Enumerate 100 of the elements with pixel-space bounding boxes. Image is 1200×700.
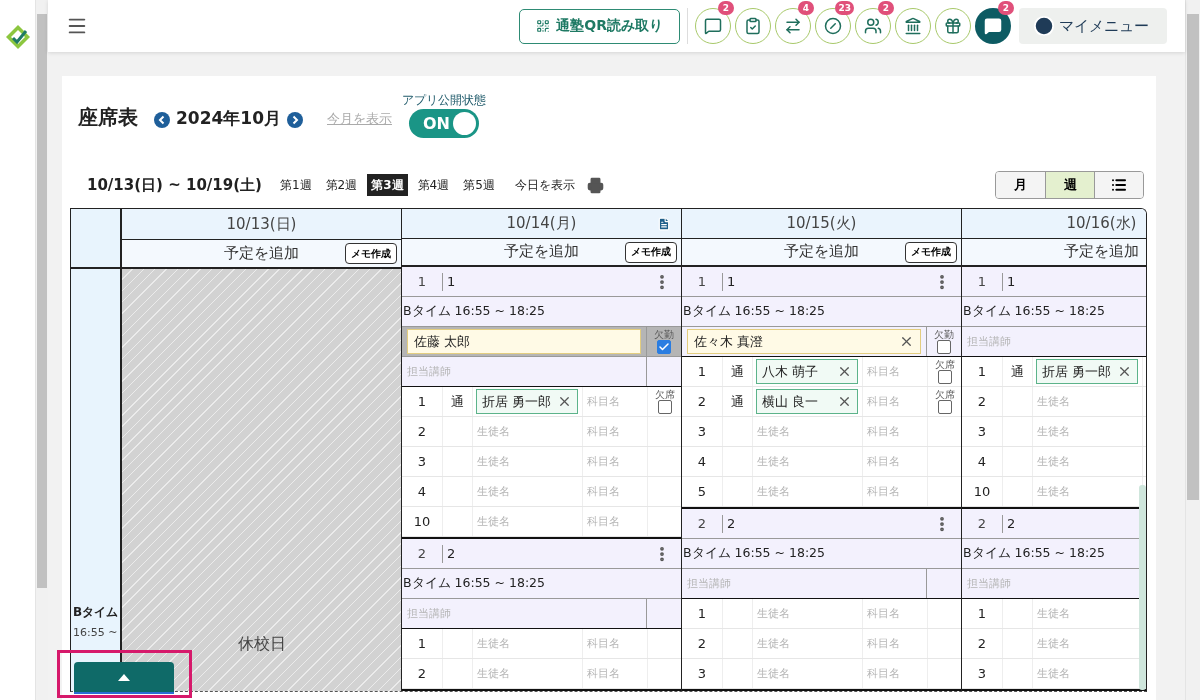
count-badge: 2 bbox=[718, 1, 734, 15]
absence-label: 欠勤 bbox=[654, 329, 674, 340]
subject-placeholder[interactable]: 科目名 bbox=[867, 364, 900, 379]
my-menu-button[interactable]: マイメニュー bbox=[1019, 8, 1167, 44]
subject-placeholder[interactable]: 科目名 bbox=[867, 484, 900, 499]
teacher-placeholder[interactable]: 担当講師 bbox=[407, 364, 451, 379]
student-placeholder[interactable]: 生徒名 bbox=[1037, 636, 1070, 651]
next-icon[interactable] bbox=[287, 112, 303, 128]
student-placeholder[interactable]: 生徒名 bbox=[477, 666, 510, 681]
view-button[interactable]: 週 bbox=[1045, 172, 1094, 198]
teacher-placeholder[interactable]: 担当講師 bbox=[967, 334, 1011, 349]
student-placeholder[interactable]: 生徒名 bbox=[757, 666, 790, 681]
student-placeholder[interactable]: 生徒名 bbox=[477, 454, 510, 469]
scrollbar[interactable] bbox=[35, 0, 48, 700]
student-placeholder[interactable]: 生徒名 bbox=[1037, 484, 1070, 499]
view-button[interactable]: 月 bbox=[996, 172, 1045, 198]
student-placeholder[interactable]: 生徒名 bbox=[1037, 454, 1070, 469]
student-placeholder[interactable]: 生徒名 bbox=[757, 636, 790, 651]
student-placeholder[interactable]: 生徒名 bbox=[1037, 424, 1070, 439]
student-placeholder[interactable]: 生徒名 bbox=[757, 424, 790, 439]
subject-placeholder[interactable]: 科目名 bbox=[867, 424, 900, 439]
subject-placeholder[interactable]: 科目名 bbox=[867, 606, 900, 621]
row-number: 1 bbox=[962, 599, 1003, 628]
add-schedule-text[interactable]: 予定を追加 bbox=[224, 244, 299, 263]
absence-checkbox[interactable] bbox=[937, 340, 951, 354]
student-placeholder[interactable]: 生徒名 bbox=[477, 636, 510, 651]
week-tab[interactable]: 第1週 bbox=[275, 174, 316, 196]
student-placeholder[interactable]: 生徒名 bbox=[757, 484, 790, 499]
document-icon[interactable] bbox=[657, 217, 671, 231]
subject-placeholder[interactable]: 科目名 bbox=[587, 636, 620, 651]
absence-checkbox[interactable] bbox=[658, 400, 672, 414]
today-link[interactable]: 今日を表示 bbox=[514, 176, 575, 194]
subject-placeholder[interactable]: 科目名 bbox=[587, 666, 620, 681]
subject-placeholder[interactable]: 科目名 bbox=[587, 514, 620, 529]
student-placeholder[interactable]: 生徒名 bbox=[477, 484, 510, 499]
clear-icon[interactable] bbox=[899, 334, 914, 349]
qr-scan-button[interactable]: 通塾QR読み取り bbox=[519, 8, 680, 44]
scrollbar[interactable] bbox=[1185, 0, 1200, 700]
clear-icon[interactable] bbox=[1117, 364, 1132, 379]
add-schedule-text[interactable]: 予定を追加 bbox=[1064, 242, 1139, 262]
teacher-placeholder[interactable]: 担当講師 bbox=[407, 606, 451, 621]
add-schedule-cell[interactable]: 予定を追加 bbox=[962, 238, 1146, 267]
this-month-link[interactable]: 今月を表示 bbox=[327, 110, 392, 128]
seat-number: 1 bbox=[416, 274, 428, 289]
student-placeholder[interactable]: 生徒名 bbox=[757, 606, 790, 621]
time-text: Bタイム 16:55 ~ 18:25 bbox=[682, 303, 825, 320]
seat-number: 2 bbox=[976, 516, 988, 531]
row-number: 3 bbox=[402, 447, 443, 476]
previous-icon[interactable] bbox=[154, 112, 170, 128]
subject-placeholder[interactable]: 科目名 bbox=[587, 484, 620, 499]
student-field[interactable]: 折居 勇一郎 bbox=[476, 389, 578, 414]
student-field[interactable]: 横山 良一 bbox=[756, 389, 858, 414]
publish-toggle[interactable]: ON bbox=[409, 109, 479, 138]
add-schedule-cell[interactable]: 予定を追加 メモ作成 bbox=[402, 238, 681, 267]
clear-icon[interactable] bbox=[837, 394, 852, 409]
teacher-field[interactable]: 佐藤 太郎 bbox=[407, 329, 641, 354]
student-field[interactable]: 折居 勇一郎 bbox=[1036, 359, 1138, 384]
list-view-button[interactable] bbox=[1094, 172, 1143, 198]
teacher-field[interactable]: 佐々木 真澄 bbox=[687, 329, 921, 354]
scrollbar[interactable] bbox=[1139, 485, 1146, 690]
student-placeholder[interactable]: 生徒名 bbox=[757, 454, 790, 469]
gift-icon bbox=[944, 17, 962, 35]
absence-checkbox[interactable] bbox=[938, 370, 952, 384]
add-schedule-cell[interactable]: 予定を追加 メモ作成 bbox=[122, 240, 401, 269]
absence-checkbox[interactable] bbox=[657, 340, 671, 354]
count-badge: 23 bbox=[835, 1, 854, 15]
clear-icon[interactable] bbox=[557, 394, 572, 409]
subject-placeholder[interactable]: 科目名 bbox=[867, 394, 900, 409]
memo-button[interactable]: メモ作成 bbox=[905, 241, 957, 263]
subject-placeholder[interactable]: 科目名 bbox=[867, 636, 900, 651]
memo-button[interactable]: メモ作成 bbox=[345, 243, 397, 264]
teacher-placeholder[interactable]: 担当講師 bbox=[967, 576, 1011, 591]
add-schedule-cell[interactable]: 予定を追加 メモ作成 bbox=[682, 238, 961, 267]
student-field[interactable]: 八木 萌子 bbox=[756, 359, 858, 384]
student-placeholder[interactable]: 生徒名 bbox=[477, 424, 510, 439]
subject-placeholder[interactable]: 科目名 bbox=[587, 454, 620, 469]
subject-placeholder[interactable]: 科目名 bbox=[587, 424, 620, 439]
student-placeholder[interactable]: 生徒名 bbox=[1037, 606, 1070, 621]
memo-button[interactable]: メモ作成 bbox=[625, 241, 677, 263]
student-placeholder[interactable]: 生徒名 bbox=[1037, 394, 1070, 409]
bank-button[interactable] bbox=[895, 8, 931, 44]
logo-icon[interactable] bbox=[4, 24, 31, 50]
absence-label: 欠席 bbox=[935, 389, 955, 400]
add-schedule-text[interactable]: 予定を追加 bbox=[504, 242, 579, 262]
week-tab[interactable]: 第3週 bbox=[367, 174, 408, 196]
checklist-button[interactable] bbox=[735, 8, 771, 44]
week-tab[interactable]: 第2週 bbox=[321, 174, 362, 196]
teacher-placeholder[interactable]: 担当講師 bbox=[687, 576, 731, 591]
absence-checkbox[interactable] bbox=[938, 400, 952, 414]
student-placeholder[interactable]: 生徒名 bbox=[477, 514, 510, 529]
add-schedule-text[interactable]: 予定を追加 bbox=[784, 242, 859, 262]
gift-button[interactable] bbox=[935, 8, 971, 44]
week-tab[interactable]: 第4週 bbox=[413, 174, 454, 196]
clear-icon[interactable] bbox=[837, 364, 852, 379]
student-placeholder[interactable]: 生徒名 bbox=[1037, 666, 1070, 681]
date-text: 10/14(月) bbox=[506, 213, 577, 233]
subject-placeholder[interactable]: 科目名 bbox=[867, 454, 900, 469]
subject-placeholder[interactable]: 科目名 bbox=[587, 394, 620, 409]
week-tab[interactable]: 第5週 bbox=[459, 174, 499, 196]
subject-placeholder[interactable]: 科目名 bbox=[867, 666, 900, 681]
